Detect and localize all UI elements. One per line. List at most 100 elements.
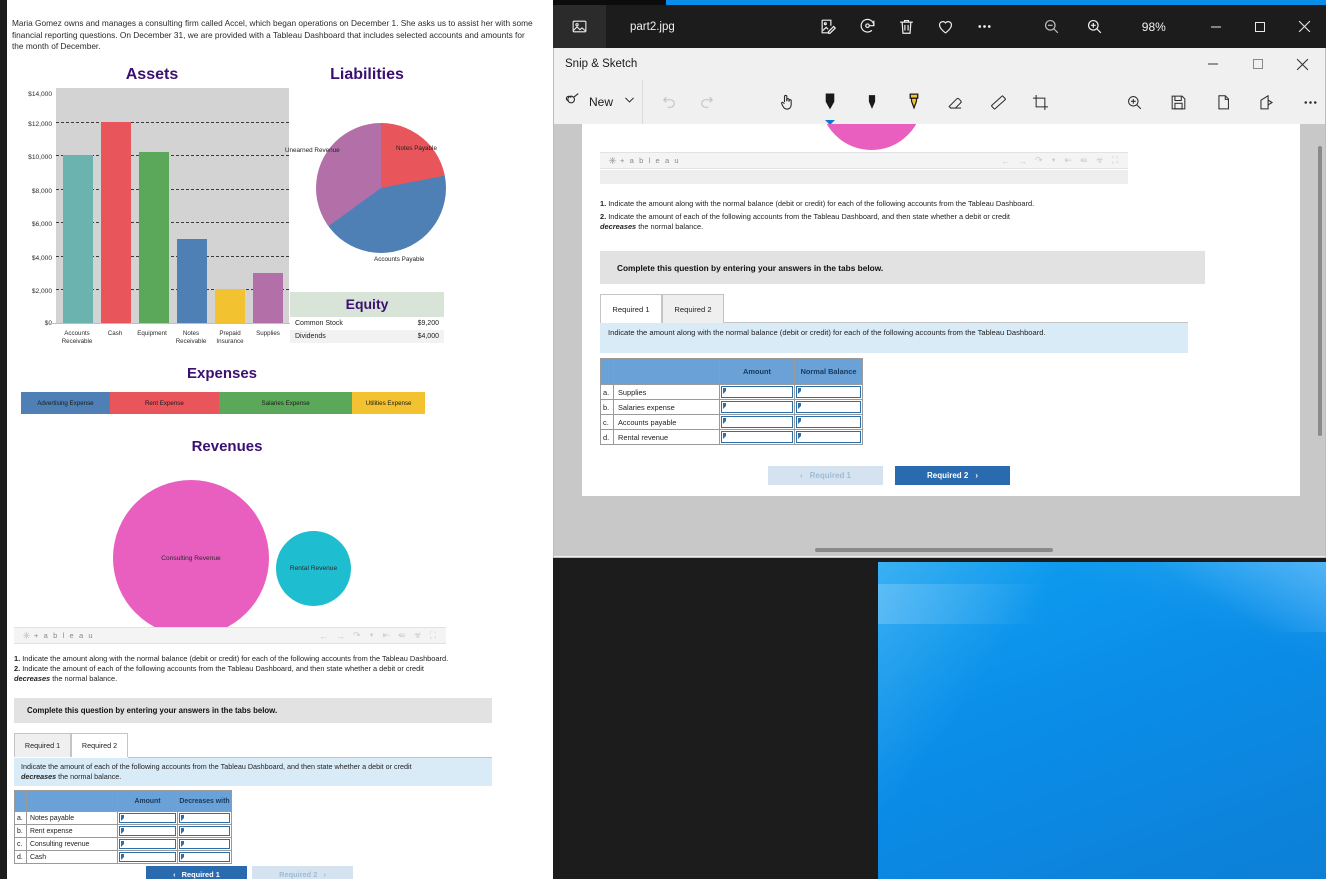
minimize-button[interactable] bbox=[1194, 5, 1238, 48]
bar-equipment[interactable] bbox=[139, 151, 169, 323]
expense-cell-rent[interactable]: Rent Expense bbox=[109, 392, 219, 414]
copy-icon[interactable] bbox=[1209, 85, 1237, 119]
delete-icon[interactable] bbox=[897, 17, 916, 36]
amount-cell[interactable] bbox=[117, 824, 178, 838]
zoom-in-icon[interactable] bbox=[1085, 17, 1104, 36]
touch-writing-icon[interactable] bbox=[773, 85, 801, 119]
redo-icon[interactable] bbox=[693, 85, 721, 119]
favorite-heart-icon[interactable] bbox=[936, 17, 955, 36]
new-snip-group[interactable]: New bbox=[554, 80, 644, 124]
liabilities-pie-chart[interactable]: Notes Payable Accounts Payable Unearned … bbox=[285, 95, 530, 285]
snip-close-button[interactable] bbox=[1280, 48, 1325, 80]
bar-supplies[interactable] bbox=[253, 272, 283, 323]
fullscreen-icon[interactable]: ⛶ bbox=[430, 630, 436, 641]
bar-cash[interactable] bbox=[101, 121, 131, 323]
normal-balance-input[interactable] bbox=[796, 386, 861, 398]
amount-cell[interactable] bbox=[117, 837, 178, 851]
share-icon[interactable] bbox=[1253, 85, 1281, 119]
amount-cell[interactable] bbox=[719, 399, 795, 415]
pencil-icon[interactable] bbox=[858, 85, 886, 119]
ruler-icon[interactable] bbox=[984, 85, 1012, 119]
normal-balance-cell[interactable] bbox=[794, 399, 863, 415]
revert-dropdown-icon[interactable]: ▼ bbox=[369, 633, 375, 639]
reset-icon[interactable]: ⇤ bbox=[383, 630, 391, 641]
forward-arrow-icon[interactable]: → bbox=[336, 631, 345, 641]
download-icon[interactable]: ☣ bbox=[1096, 155, 1104, 166]
snip-horizontal-scrollbar[interactable] bbox=[815, 548, 1053, 552]
amount-input[interactable] bbox=[721, 431, 793, 443]
fullscreen-icon[interactable]: ⛶ bbox=[1112, 155, 1118, 166]
tab-required-1[interactable]: Required 1 bbox=[600, 294, 662, 323]
forward-arrow-icon[interactable]: → bbox=[1018, 156, 1027, 166]
zoom-out-icon[interactable] bbox=[1042, 17, 1061, 36]
tab-required-1[interactable]: Required 1 bbox=[14, 733, 71, 757]
decreases-with-input[interactable] bbox=[179, 852, 230, 862]
expense-cell-salaries[interactable]: Salaries Expense bbox=[218, 392, 353, 414]
decreases-with-input[interactable] bbox=[179, 826, 230, 836]
zoom-icon[interactable] bbox=[1120, 85, 1148, 119]
bar-notes-receivable[interactable] bbox=[177, 239, 207, 323]
revert-dropdown-icon[interactable]: ▼ bbox=[1051, 158, 1057, 164]
decreases-with-cell[interactable] bbox=[177, 811, 232, 825]
snip-minimize-button[interactable] bbox=[1190, 48, 1235, 80]
expenses-treemap[interactable]: Advertising Expense Rent Expense Salarie… bbox=[21, 392, 425, 414]
amount-cell[interactable] bbox=[117, 850, 178, 864]
snip-maximize-button[interactable] bbox=[1235, 48, 1280, 80]
decreases-with-input[interactable] bbox=[179, 813, 230, 823]
amount-input[interactable] bbox=[721, 416, 793, 428]
share-icon[interactable]: ⇚ bbox=[1080, 155, 1088, 166]
highlighter-icon[interactable] bbox=[900, 85, 928, 119]
prev-required-button[interactable]: ‹ Required 1 bbox=[146, 866, 247, 879]
revert-icon[interactable]: ↷ bbox=[1035, 155, 1043, 166]
decreases-with-input[interactable] bbox=[179, 839, 230, 849]
bar-prepaid-insurance[interactable] bbox=[215, 289, 245, 323]
normal-balance-cell[interactable] bbox=[794, 414, 863, 430]
eraser-icon[interactable] bbox=[942, 85, 970, 119]
amount-cell[interactable] bbox=[719, 384, 795, 400]
tab-required-2[interactable]: Required 2 bbox=[71, 733, 128, 757]
normal-balance-input[interactable] bbox=[796, 416, 861, 428]
snip-prev-required-button[interactable]: ‹ Required 1 bbox=[768, 466, 883, 485]
amount-input[interactable] bbox=[721, 401, 793, 413]
reset-icon[interactable]: ⇤ bbox=[1065, 155, 1073, 166]
amount-input[interactable] bbox=[119, 839, 176, 849]
download-icon[interactable]: ☣ bbox=[414, 630, 422, 641]
normal-balance-cell[interactable] bbox=[794, 384, 863, 400]
undo-icon[interactable] bbox=[655, 85, 683, 119]
snip-next-required-button[interactable]: Required 2 › bbox=[895, 466, 1010, 485]
amount-input[interactable] bbox=[119, 826, 176, 836]
decreases-with-cell[interactable] bbox=[177, 850, 232, 864]
chevron-down-icon[interactable] bbox=[623, 93, 636, 111]
decreases-with-cell[interactable] bbox=[177, 837, 232, 851]
maximize-button[interactable] bbox=[1238, 5, 1282, 48]
amount-cell[interactable] bbox=[117, 811, 178, 825]
snip-vertical-scrollbar[interactable] bbox=[1318, 146, 1322, 436]
tab-required-2[interactable]: Required 2 bbox=[662, 294, 724, 323]
snip-canvas[interactable]: + a b l e a u ← → ↷ ▼ ⇤ ⇚ ☣ ⛶ 1. Indicat… bbox=[554, 124, 1325, 556]
bubble-consulting-revenue[interactable]: Consulting Revenue bbox=[113, 480, 269, 636]
normal-balance-input[interactable] bbox=[796, 431, 861, 443]
amount-cell[interactable] bbox=[719, 429, 795, 445]
normal-balance-input[interactable] bbox=[796, 401, 861, 413]
amount-input[interactable] bbox=[119, 813, 176, 823]
ballpoint-pen-icon[interactable] bbox=[809, 85, 856, 130]
close-button[interactable] bbox=[1282, 5, 1326, 48]
revert-icon[interactable]: ↷ bbox=[353, 630, 361, 641]
back-arrow-icon[interactable]: ← bbox=[1001, 156, 1010, 166]
amount-cell[interactable] bbox=[719, 414, 795, 430]
new-button-label[interactable]: New bbox=[589, 95, 613, 109]
expense-cell-utilities[interactable]: Utilities Expense bbox=[352, 392, 425, 414]
back-arrow-icon[interactable]: ← bbox=[319, 631, 328, 641]
decreases-with-cell[interactable] bbox=[177, 824, 232, 838]
revenues-bubble-chart[interactable]: Consulting Revenue Rental Revenue bbox=[21, 462, 441, 636]
share-icon[interactable]: ⇚ bbox=[398, 630, 406, 641]
save-icon[interactable] bbox=[1164, 85, 1192, 119]
assets-bar-chart[interactable]: $14,000 $12,000 $10,000 $8,000 $6,000 $4… bbox=[14, 88, 290, 353]
edit-image-icon[interactable] bbox=[819, 17, 838, 36]
more-icon[interactable] bbox=[1297, 85, 1325, 119]
rotate-icon[interactable] bbox=[858, 17, 877, 36]
next-required-button[interactable]: Required 2 › bbox=[252, 866, 353, 879]
bubble-rental-revenue[interactable]: Rental Revenue bbox=[276, 531, 351, 606]
picture-icon[interactable] bbox=[553, 5, 606, 48]
crop-icon[interactable] bbox=[1026, 85, 1054, 119]
